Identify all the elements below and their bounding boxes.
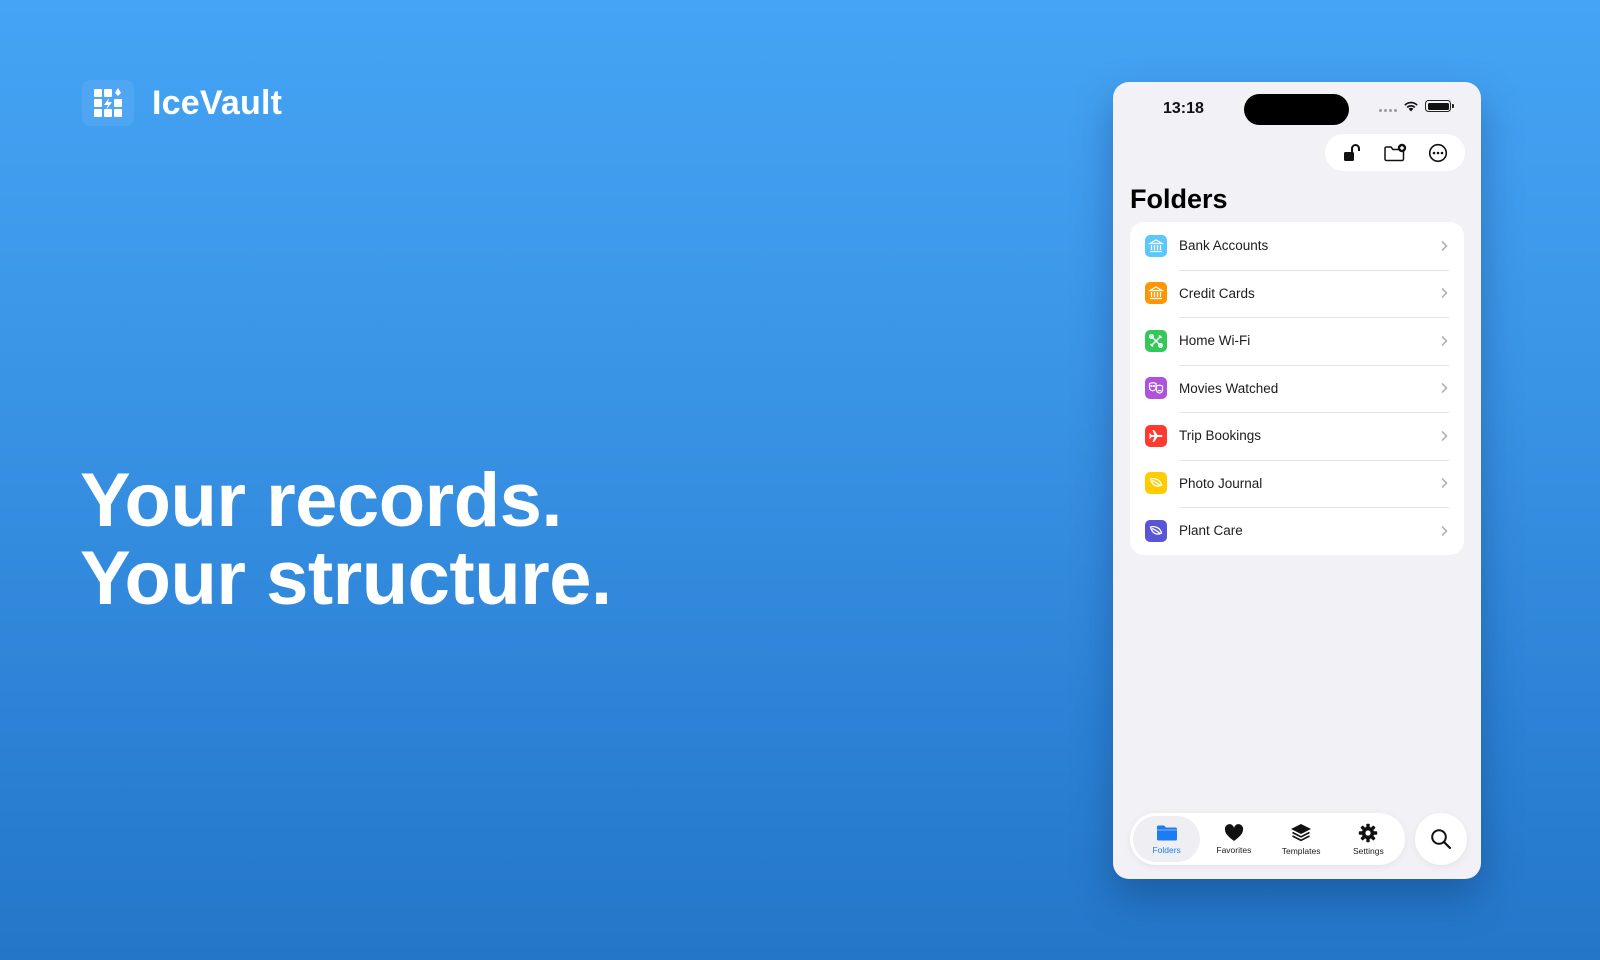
bank-icon [1145,234,1167,257]
tab-label: Favorites [1216,844,1252,855]
folder-label: Home Wi-Fi [1179,333,1251,349]
chevron-right-icon [1434,525,1454,537]
folder-row-home-wifi[interactable]: Home Wi-Fi [1130,317,1464,365]
folder-icon [1156,825,1177,840]
tab-label: Templates [1281,845,1321,856]
brand: IceVault [82,80,282,126]
folder-row-trip-bookings[interactable]: Trip Bookings [1130,412,1464,460]
folder-list: Bank Accounts Credit Cards Home Wi-Fi Mo… [1130,222,1464,555]
leaf-icon [1145,519,1167,542]
search-button[interactable] [1415,813,1467,865]
new-folder-button[interactable] [1379,137,1411,169]
more-button[interactable] [1422,137,1454,169]
folder-plus-icon [1384,143,1407,161]
top-toolbar [1325,134,1465,171]
ellipsis-circle-icon [1428,143,1447,162]
tab-settings[interactable]: Settings [1335,816,1402,862]
wifi-icon [1404,101,1418,112]
tab-favorites[interactable]: Favorites [1200,816,1267,862]
battery-icon [1425,100,1454,112]
folder-label: Bank Accounts [1179,238,1269,254]
unlock-icon [1344,143,1361,161]
status-time: 13:18 [1163,100,1204,117]
folder-row-photo-journal[interactable]: Photo Journal [1130,459,1464,508]
phone-screen: 13:18 Folders Bank Accounts Credit Cards… [1113,82,1481,879]
unlock-button[interactable] [1336,137,1368,169]
chevron-right-icon [1434,335,1454,347]
tab-bar: Folders Favorites Templates Settings [1130,813,1405,865]
folder-row-bank-accounts[interactable]: Bank Accounts [1130,222,1464,270]
chevron-right-icon [1434,477,1454,489]
tools-icon [1145,329,1167,352]
headline-line-2: Your structure. [80,536,612,621]
folder-label: Plant Care [1179,523,1243,539]
folder-label: Trip Bookings [1179,428,1262,444]
headline: Your records. Your structure. [80,462,612,618]
page-title: Folders [1130,184,1228,214]
grid-bolt-logo-icon [82,80,134,126]
folder-label: Credit Cards [1179,285,1255,301]
folder-row-credit-cards[interactable]: Credit Cards [1130,269,1464,318]
dynamic-island [1244,94,1349,125]
signal-icon [1379,108,1397,112]
leaf-icon [1145,472,1167,495]
theater-masks-icon [1145,377,1167,400]
airplane-icon [1145,424,1167,447]
layers-icon [1291,823,1312,841]
chevron-right-icon [1434,382,1454,394]
folder-row-plant-care[interactable]: Plant Care [1130,507,1464,555]
folder-label: Movies Watched [1179,380,1279,396]
chevron-right-icon [1434,430,1454,442]
tab-templates[interactable]: Templates [1268,816,1335,862]
chevron-right-icon [1434,240,1454,252]
brand-name: IceVault [152,83,283,122]
tab-folders[interactable]: Folders [1133,816,1201,862]
chevron-right-icon [1434,287,1454,299]
headline-line-1: Your records. [80,458,563,543]
heart-icon [1224,823,1243,841]
folder-label: Photo Journal [1179,475,1263,491]
bank-icon [1145,282,1167,305]
gear-icon [1359,823,1378,842]
tab-label: Settings [1353,845,1384,856]
tab-label: Folders [1152,844,1181,855]
status-bar: 13:18 [1113,82,1481,138]
folder-row-movies-watched[interactable]: Movies Watched [1130,364,1464,413]
search-icon [1431,829,1452,850]
